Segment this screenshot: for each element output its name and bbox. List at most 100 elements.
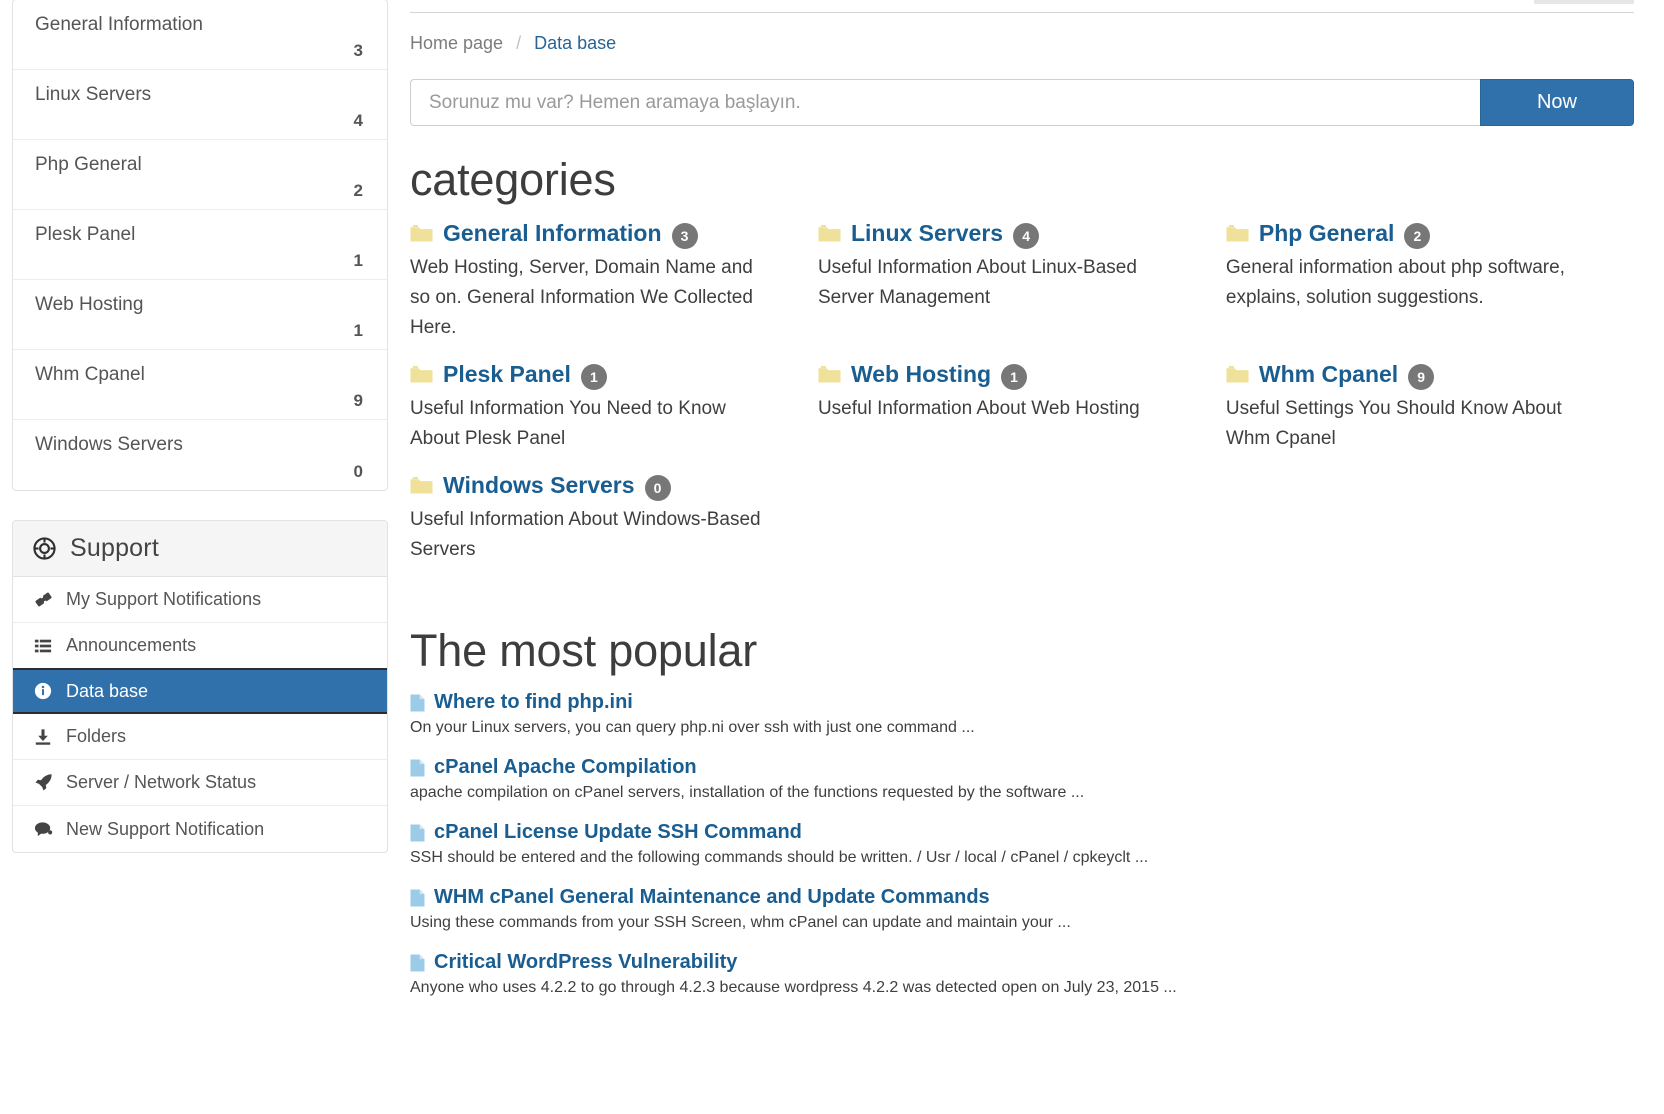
search-bar: Now bbox=[410, 79, 1634, 126]
document-icon bbox=[410, 694, 425, 711]
category-card-header: Plesk Panel 1 bbox=[410, 361, 778, 390]
category-card-description: Web Hosting, Server, Domain Name and so … bbox=[410, 257, 753, 338]
popular-list-item: cPanel License Update SSH Command SSH sh… bbox=[410, 821, 1634, 868]
category-card-title[interactable]: Php General bbox=[1259, 220, 1394, 247]
document-icon bbox=[410, 759, 425, 776]
rocket-icon bbox=[33, 773, 53, 792]
sidebar-category-row[interactable]: Whm Cpanel 9 bbox=[13, 350, 387, 420]
sidebar-category-label: Windows Servers bbox=[35, 434, 183, 455]
folder-icon bbox=[1226, 366, 1249, 383]
categories-heading: categories bbox=[410, 154, 616, 205]
folder-icon bbox=[818, 225, 841, 242]
sidebar-category-row[interactable]: Web Hosting 1 bbox=[13, 280, 387, 350]
sidebar-category-row[interactable]: Windows Servers 0 bbox=[13, 420, 387, 490]
sidebar-category-label: Php General bbox=[35, 154, 142, 175]
sidebar-category-label: Plesk Panel bbox=[35, 224, 136, 245]
popular-list-item: WHM cPanel General Maintenance and Updat… bbox=[410, 886, 1634, 933]
category-count-badge: 0 bbox=[644, 474, 671, 501]
document-icon bbox=[410, 824, 425, 841]
breadcrumb: Home page / Data base bbox=[410, 13, 1634, 54]
category-card-description: General information about php software, … bbox=[1225, 257, 1565, 308]
popular-item-header: WHM cPanel General Maintenance and Updat… bbox=[410, 886, 1634, 909]
category-count-badge: 4 bbox=[1013, 222, 1040, 249]
category-card-header: Linux Servers 4 bbox=[818, 220, 1186, 249]
sidebar-category-count: 4 bbox=[353, 111, 363, 130]
sidebar-category-label: Web Hosting bbox=[35, 294, 144, 315]
sidebar-item-my-support-notifications[interactable]: My Support Notifications bbox=[13, 577, 387, 623]
popular-item-excerpt: On your Linux servers, you can query php… bbox=[410, 719, 975, 736]
sidebar-category-row[interactable]: General Information 3 bbox=[13, 0, 387, 70]
popular-item-excerpt: SSH should be entered and the following … bbox=[410, 849, 1149, 866]
sidebar-item-server-network-status[interactable]: Server / Network Status bbox=[13, 760, 387, 806]
lifering-icon bbox=[33, 537, 56, 560]
popular-list-item: cPanel Apache Compilation apache compila… bbox=[410, 756, 1634, 803]
search-input[interactable] bbox=[410, 79, 1480, 126]
category-card: Linux Servers 4 Useful Information About… bbox=[818, 220, 1226, 343]
popular-item-title[interactable]: cPanel Apache Compilation bbox=[434, 756, 697, 779]
sidebar-category-row[interactable]: Linux Servers 4 bbox=[13, 70, 387, 140]
sidebar-item-data-base[interactable]: Data base bbox=[13, 668, 387, 714]
category-card-title[interactable]: Plesk Panel bbox=[443, 361, 571, 388]
folder-icon bbox=[818, 366, 841, 383]
ticket-icon bbox=[33, 590, 53, 609]
sidebar-item-folders[interactable]: Folders bbox=[13, 714, 387, 760]
search-now-button[interactable]: Now bbox=[1480, 79, 1634, 126]
sidebar-item-label: New Support Notification bbox=[66, 818, 265, 839]
sidebar-item-label: Announcements bbox=[66, 635, 197, 655]
sidebar: General Information 3 Linux Servers 4 Ph… bbox=[0, 0, 400, 1114]
sidebar-item-announcements[interactable]: Announcements bbox=[13, 623, 387, 669]
category-card: Windows Servers 0 Useful Information Abo… bbox=[410, 472, 818, 565]
popular-item-title[interactable]: Where to find php.ini bbox=[434, 691, 633, 714]
sidebar-category-count: 2 bbox=[353, 181, 363, 200]
breadcrumb-home[interactable]: Home page bbox=[410, 33, 503, 53]
popular-list-item: Where to find php.ini On your Linux serv… bbox=[410, 691, 1634, 738]
sidebar-category-panel: General Information 3 Linux Servers 4 Ph… bbox=[12, 0, 388, 491]
sidebar-category-count: 3 bbox=[353, 41, 363, 60]
folder-icon bbox=[410, 366, 433, 383]
popular-item-excerpt: apache compilation on cPanel servers, in… bbox=[410, 784, 1085, 801]
category-card-description: Useful Information About Web Hosting bbox=[817, 398, 1140, 419]
category-card-header: Php General 2 bbox=[1226, 220, 1594, 249]
category-card-header: General Information 3 bbox=[410, 220, 778, 249]
sidebar-item-label: Data base bbox=[66, 680, 149, 701]
category-card-title[interactable]: Web Hosting bbox=[851, 361, 991, 388]
breadcrumb-current[interactable]: Data base bbox=[534, 33, 616, 53]
support-panel-title: Support bbox=[70, 534, 159, 562]
breadcrumb-separator: / bbox=[516, 33, 522, 53]
support-panel: Support My Support Notifications Announc… bbox=[12, 520, 388, 853]
sidebar-category-row[interactable]: Php General 2 bbox=[13, 140, 387, 210]
category-count-badge: 1 bbox=[580, 363, 607, 390]
sidebar-item-label: Server / Network Status bbox=[66, 772, 257, 792]
category-count-badge: 1 bbox=[1001, 363, 1028, 390]
category-card-title[interactable]: Linux Servers bbox=[851, 220, 1003, 247]
popular-list-item: Critical WordPress Vulnerability Anyone … bbox=[410, 951, 1634, 998]
folder-icon bbox=[1226, 225, 1249, 242]
category-card-title[interactable]: Windows Servers bbox=[443, 472, 635, 499]
sidebar-category-label: General Information bbox=[35, 14, 203, 35]
popular-item-title[interactable]: Critical WordPress Vulnerability bbox=[434, 951, 737, 974]
category-card-title[interactable]: Whm Cpanel bbox=[1259, 361, 1398, 388]
category-card-title[interactable]: General Information bbox=[443, 220, 662, 247]
category-card-description: Useful Information About Linux-Based Ser… bbox=[817, 257, 1137, 308]
page-root: General Information 3 Linux Servers 4 Ph… bbox=[0, 0, 1664, 1114]
category-card: Php General 2 General information about … bbox=[1226, 220, 1634, 343]
popular-list: Where to find php.ini On your Linux serv… bbox=[410, 691, 1634, 998]
popular-item-title[interactable]: WHM cPanel General Maintenance and Updat… bbox=[434, 886, 990, 909]
category-count-badge: 3 bbox=[671, 222, 698, 249]
popular-item-header: Where to find php.ini bbox=[410, 691, 1634, 714]
folder-icon bbox=[410, 225, 433, 242]
categories-grid: General Information 3 Web Hosting, Serve… bbox=[410, 220, 1634, 583]
category-card: Plesk Panel 1 Useful Information You Nee… bbox=[410, 361, 818, 454]
sidebar-category-row[interactable]: Plesk Panel 1 bbox=[13, 210, 387, 280]
sidebar-item-new-support-notification[interactable]: New Support Notification bbox=[13, 806, 387, 852]
popular-item-excerpt: Using these commands from your SSH Scree… bbox=[410, 914, 1071, 931]
category-card: General Information 3 Web Hosting, Serve… bbox=[410, 220, 818, 343]
sidebar-category-label: Linux Servers bbox=[35, 84, 152, 105]
document-icon bbox=[410, 954, 425, 971]
popular-item-header: cPanel License Update SSH Command bbox=[410, 821, 1634, 844]
category-card: Web Hosting 1 Useful Information About W… bbox=[818, 361, 1226, 454]
popular-item-title[interactable]: cPanel License Update SSH Command bbox=[434, 821, 802, 844]
category-card-header: Windows Servers 0 bbox=[410, 472, 778, 501]
popular-heading: The most popular bbox=[410, 625, 757, 676]
popular-item-header: cPanel Apache Compilation bbox=[410, 756, 1634, 779]
